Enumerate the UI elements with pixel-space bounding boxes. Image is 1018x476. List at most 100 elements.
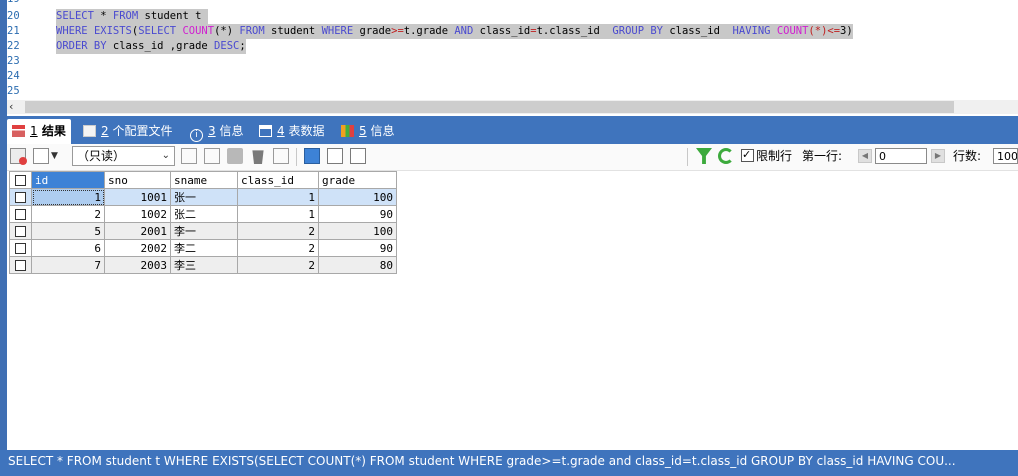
- checkbox-icon: [15, 243, 26, 254]
- limit-rows-toggle[interactable]: 限制行: [741, 147, 793, 164]
- line-number: 20: [7, 10, 20, 22]
- cell-grade[interactable]: 100: [318, 222, 397, 240]
- result-grid: id sno sname class_id grade 1 1001 张一 1 …: [9, 171, 397, 274]
- toolbar-separator: [687, 148, 688, 166]
- line-number: 22: [7, 40, 20, 52]
- chart-info-icon: [341, 125, 354, 137]
- table-row[interactable]: 6 2002 李二 2 90: [9, 239, 397, 257]
- tab-label: 信息: [366, 124, 395, 138]
- cell-sno[interactable]: 2003: [104, 256, 171, 274]
- filter-icon[interactable]: [696, 148, 712, 164]
- cell-sname[interactable]: 张二: [170, 205, 238, 223]
- profile-icon: [83, 125, 96, 137]
- readonly-value: （只读）: [77, 149, 126, 163]
- tab-number: 1: [30, 124, 38, 138]
- cell-id[interactable]: 7: [31, 256, 105, 274]
- limit-label: 限制行: [756, 149, 793, 163]
- editor-horizontal-scrollbar[interactable]: ‹: [7, 100, 1018, 114]
- cell-id[interactable]: 5: [31, 222, 105, 240]
- code-line-21: WHERE EXISTS(SELECT COUNT(*) FROM studen…: [56, 24, 853, 39]
- checkbox-icon: [15, 209, 26, 220]
- cell-grade[interactable]: 80: [318, 256, 397, 274]
- first-row-label: 第一行:: [802, 149, 843, 163]
- cell-class-id[interactable]: 2: [237, 239, 319, 257]
- column-header-grade[interactable]: grade: [318, 171, 397, 189]
- cell-id[interactable]: 6: [31, 239, 105, 257]
- tab-table-data[interactable]: 4 表数据: [259, 120, 324, 142]
- cell-sno[interactable]: 2001: [104, 222, 171, 240]
- cell-grade[interactable]: 90: [318, 205, 397, 223]
- grid-view-icon[interactable]: [304, 148, 320, 164]
- cell-class-id[interactable]: 1: [237, 205, 319, 223]
- tab-number: 3: [208, 124, 216, 138]
- row-count-input[interactable]: 1000: [993, 148, 1018, 164]
- text-view-icon[interactable]: [350, 148, 366, 164]
- cell-grade[interactable]: 100: [318, 188, 397, 206]
- cell-sname[interactable]: 李三: [170, 256, 238, 274]
- duplicate-row-icon[interactable]: [204, 148, 220, 164]
- code-line-20: SELECT * FROM student t: [56, 9, 208, 24]
- select-all-checkbox[interactable]: [9, 171, 32, 189]
- line-number: 24: [7, 70, 20, 82]
- cell-sname[interactable]: 李二: [170, 239, 238, 257]
- app-window: 19 20 21 22 23 24 25 SELECT * FROM stude…: [0, 0, 1018, 476]
- cell-sname[interactable]: 张一: [170, 188, 238, 206]
- delete-icon[interactable]: [252, 150, 264, 164]
- limit-checkbox[interactable]: [741, 147, 754, 163]
- cell-class-id[interactable]: 1: [237, 188, 319, 206]
- next-page-icon[interactable]: ▶: [931, 149, 945, 163]
- previous-page-icon[interactable]: ◀: [858, 149, 872, 163]
- first-row-input[interactable]: 0: [875, 148, 927, 164]
- table-row[interactable]: 7 2003 李三 2 80: [9, 256, 397, 274]
- form-view-icon[interactable]: [327, 148, 343, 164]
- tab-profiles[interactable]: 2 个配置文件: [83, 120, 172, 142]
- status-bar: SELECT * FROM student t WHERE EXISTS(SEL…: [0, 450, 1018, 476]
- tab-label: 表数据: [284, 124, 325, 138]
- checkbox-icon: [15, 260, 26, 271]
- insert-row-icon[interactable]: [181, 148, 197, 164]
- cell-class-id[interactable]: 2: [237, 256, 319, 274]
- row-checkbox[interactable]: [9, 188, 32, 206]
- tab-label: 信息: [215, 124, 244, 138]
- chevron-down-icon[interactable]: ▼: [51, 148, 58, 164]
- table-row[interactable]: 2 1002 张二 1 90: [9, 205, 397, 223]
- row-checkbox[interactable]: [9, 239, 32, 257]
- cell-grade[interactable]: 90: [318, 239, 397, 257]
- tab-results[interactable]: 1 结果: [7, 119, 71, 144]
- cell-sno[interactable]: 2002: [104, 239, 171, 257]
- table-row[interactable]: 5 2001 李一 2 100: [9, 222, 397, 240]
- column-header-id[interactable]: id: [31, 171, 105, 189]
- line-number: 19: [7, 0, 37, 5]
- table-row[interactable]: 1 1001 张一 1 100: [9, 188, 397, 206]
- left-border: [0, 0, 7, 476]
- cell-sname[interactable]: 李一: [170, 222, 238, 240]
- save-icon[interactable]: [227, 148, 243, 164]
- cell-sno[interactable]: 1002: [104, 205, 171, 223]
- tab-info-5[interactable]: 5 信息: [341, 120, 394, 142]
- scroll-left-icon[interactable]: ‹: [9, 100, 13, 114]
- discard-changes-icon[interactable]: [273, 148, 289, 164]
- cell-id[interactable]: 2: [31, 205, 105, 223]
- tab-info[interactable]: i3 信息: [190, 120, 243, 142]
- grid-results-icon: [12, 125, 25, 137]
- tab-number: 4: [277, 124, 285, 138]
- cell-sno[interactable]: 1001: [104, 188, 171, 206]
- column-header-class-id[interactable]: class_id: [237, 171, 319, 189]
- cell-class-id[interactable]: 2: [237, 222, 319, 240]
- row-checkbox[interactable]: [9, 256, 32, 274]
- column-header-sno[interactable]: sno: [104, 171, 171, 189]
- row-count-label: 行数:: [953, 149, 982, 163]
- export-icon[interactable]: [10, 148, 27, 165]
- row-checkbox[interactable]: [9, 205, 32, 223]
- tab-label: 结果: [37, 124, 66, 138]
- column-header-sname[interactable]: sname: [170, 171, 238, 189]
- sql-editor[interactable]: 19 20 21 22 23 24 25 SELECT * FROM stude…: [7, 0, 1018, 100]
- row-checkbox[interactable]: [9, 222, 32, 240]
- cell-id[interactable]: 1: [31, 188, 105, 206]
- info-icon: i: [190, 129, 203, 142]
- refresh-icon[interactable]: [718, 148, 734, 164]
- readonly-select[interactable]: （只读） ⌄: [72, 146, 175, 166]
- scrollbar-thumb[interactable]: [25, 101, 954, 113]
- line-number: 23: [7, 55, 20, 67]
- copy-grid-icon[interactable]: [33, 148, 49, 164]
